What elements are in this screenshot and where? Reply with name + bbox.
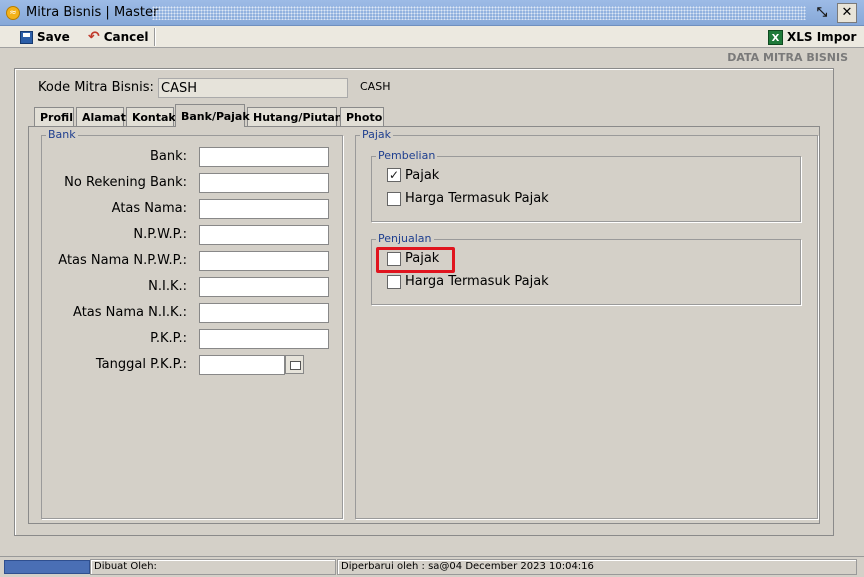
kode-field[interactable]: CASH [158, 78, 348, 98]
kode-tag: CASH [360, 80, 391, 93]
npwp-label: N.P.W.P.: [133, 227, 187, 242]
nik-input[interactable] [199, 277, 329, 297]
status-progress [4, 560, 90, 574]
penjualan-harga-termasuk-checkbox[interactable] [387, 275, 401, 289]
tab-bank-pajak[interactable]: Bank/Pajak [175, 104, 250, 127]
no-rekening-label: No Rekening Bank: [64, 175, 187, 190]
status-bar: Dibuat Oleh: Diperbarui oleh : sa@04 Dec… [0, 556, 864, 577]
save-icon [20, 30, 33, 44]
toolbar-separator [154, 28, 156, 46]
kode-label: Kode Mitra Bisnis: [38, 80, 154, 95]
cancel-label: Cancel [103, 30, 149, 44]
pembelian-harga-termasuk-checkbox[interactable] [387, 192, 401, 206]
atas-nama-npwp-label: Atas Nama N.P.W.P.: [58, 253, 187, 268]
cancel-button[interactable]: ↶ Cancel [88, 28, 149, 46]
pkp-input[interactable] [199, 329, 329, 349]
tab-hutang-piutang[interactable]: Hutang/Piutang [247, 107, 351, 127]
pembelian-harga-termasuk-label: Harga Termasuk Pajak [405, 191, 549, 206]
section-header: DATA MITRA BISNIS [0, 49, 864, 67]
restore-icon[interactable]: ⤡ [812, 3, 832, 23]
close-icon[interactable]: ✕ [837, 3, 857, 23]
tab-photo[interactable]: Photo [340, 107, 384, 127]
npwp-input[interactable] [199, 225, 329, 245]
atas-nama-label: Atas Nama: [111, 201, 187, 216]
excel-icon: X [768, 29, 783, 45]
section-title: DATA MITRA BISNIS [727, 51, 848, 64]
tab-kontak[interactable]: Kontak [126, 107, 176, 127]
app-icon: ≈ [6, 6, 20, 20]
toolbar: Save ↶ Cancel X XLS Impor [0, 26, 864, 48]
tanggal-pkp-label: Tanggal P.K.P.: [95, 357, 187, 372]
atas-nama-nik-input[interactable] [199, 303, 329, 323]
undo-icon: ↶ [88, 29, 100, 45]
tab-alamat[interactable]: Alamat [76, 107, 126, 127]
save-button[interactable]: Save [20, 28, 70, 46]
pembelian-legend: Pembelian [376, 149, 438, 162]
atas-nama-input[interactable] [199, 199, 329, 219]
save-label: Save [37, 30, 70, 44]
pajak-legend: Pajak [360, 128, 394, 141]
penjualan-harga-termasuk-label: Harga Termasuk Pajak [405, 274, 549, 289]
nik-label: N.I.K.: [148, 279, 187, 294]
atas-nama-npwp-input[interactable] [199, 251, 329, 271]
title-bar: ≈ Mitra Bisnis | Master ⤡ ✕ [0, 0, 864, 26]
pembelian-pajak-checkbox[interactable]: ✓ [387, 168, 401, 182]
window-title: Mitra Bisnis | Master [26, 5, 159, 20]
pkp-label: P.K.P.: [150, 331, 187, 346]
created-by: Dibuat Oleh: [90, 559, 336, 575]
updated-by: Diperbarui oleh : sa@04 December 2023 10… [337, 559, 857, 575]
bank-input[interactable] [199, 147, 329, 167]
penjualan-legend: Penjualan [376, 232, 434, 245]
xls-import-label: XLS Impor [787, 30, 857, 44]
no-rekening-input[interactable] [199, 173, 329, 193]
pembelian-pajak-label: Pajak [405, 168, 440, 183]
atas-nama-nik-label: Atas Nama N.I.K.: [73, 305, 187, 320]
bank-legend: Bank [46, 128, 78, 141]
highlight-box [376, 247, 455, 273]
title-bar-pattern [152, 6, 806, 20]
pembelian-group: Pembelian [371, 149, 801, 222]
bank-label: Bank: [149, 149, 187, 164]
checkmark-icon: ✓ [388, 168, 400, 182]
tab-profil[interactable]: Profil [34, 107, 74, 127]
tanggal-pkp-input[interactable] [199, 355, 285, 375]
xls-import-button[interactable]: X XLS Impor [768, 28, 856, 46]
calendar-icon[interactable] [285, 355, 304, 374]
